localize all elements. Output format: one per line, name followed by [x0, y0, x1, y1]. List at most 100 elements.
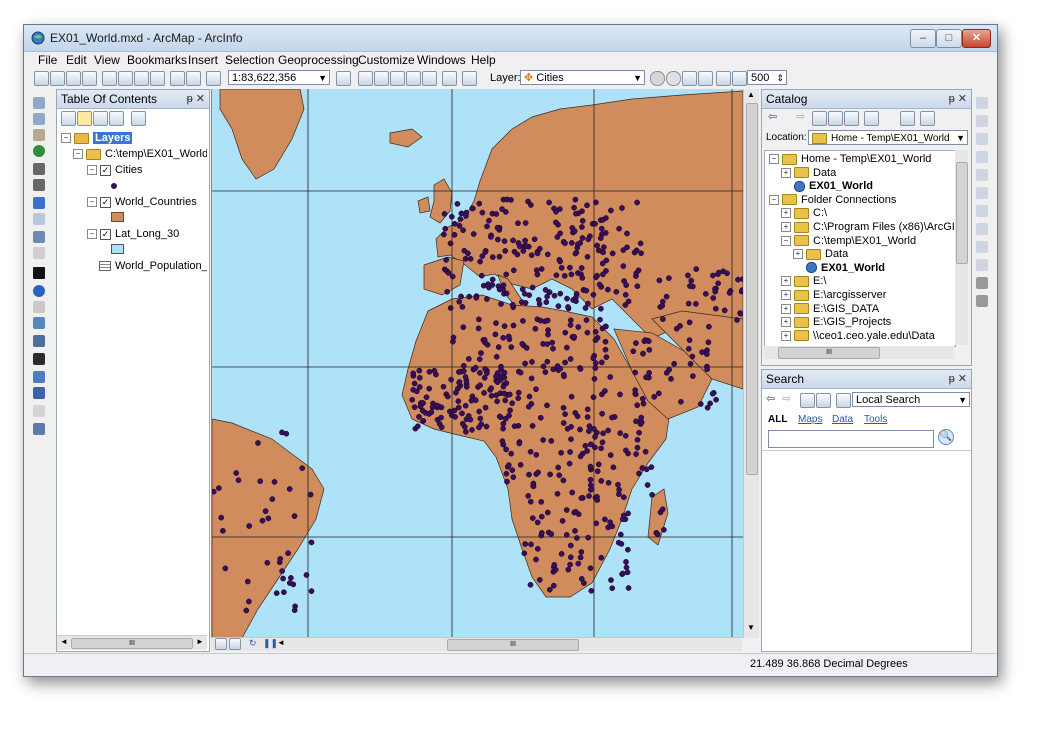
- map-vscroll-thumb[interactable]: [746, 103, 758, 475]
- tab-tools[interactable]: Tools: [864, 414, 887, 425]
- dock-tool-8-icon[interactable]: [976, 223, 988, 235]
- dock-tool-2-icon[interactable]: [976, 115, 988, 127]
- full-extent-icon[interactable]: [33, 145, 45, 157]
- undo-icon[interactable]: [170, 71, 185, 86]
- forward-icon[interactable]: ⇨: [796, 110, 805, 123]
- clear-selection-icon[interactable]: [33, 247, 45, 259]
- catalog-item[interactable]: + Data: [793, 248, 848, 260]
- dock-tool-6-icon[interactable]: [976, 187, 988, 199]
- lat-long-checkbox[interactable]: ✓: [100, 228, 111, 240]
- cut-icon[interactable]: [102, 71, 117, 86]
- zoom-in-icon[interactable]: [33, 97, 45, 109]
- expand-icon[interactable]: +: [781, 303, 791, 314]
- arctoolbox-icon[interactable]: [406, 71, 421, 86]
- cities-checkbox[interactable]: ✓: [100, 164, 111, 176]
- toc-scroll-thumb[interactable]: III: [71, 638, 193, 649]
- close-button[interactable]: ✕: [962, 29, 991, 48]
- list-by-visibility-icon[interactable]: [93, 111, 108, 126]
- views-icon[interactable]: [864, 111, 879, 126]
- catalog-item[interactable]: EX01_World: [781, 180, 873, 192]
- table-icon[interactable]: [358, 71, 373, 86]
- catalog-item[interactable]: + C:\: [781, 207, 827, 219]
- catalog-item[interactable]: EX01_World: [793, 262, 885, 274]
- pause-icon[interactable]: ❚❚: [263, 638, 278, 649]
- html-popup-icon[interactable]: [33, 317, 45, 329]
- collapse-icon[interactable]: −: [769, 154, 779, 165]
- toc-pin-close[interactable]: ᵽ ✕: [187, 92, 205, 105]
- catalog-options-icon[interactable]: [920, 111, 935, 126]
- search-options-icon[interactable]: [836, 393, 851, 408]
- select-elements-icon[interactable]: [33, 267, 45, 279]
- model-builder-icon[interactable]: [442, 71, 457, 86]
- refresh-icon[interactable]: ↻: [249, 638, 257, 649]
- zoom-out-icon[interactable]: [33, 113, 45, 125]
- map-view[interactable]: [211, 89, 743, 638]
- scroll-left-icon[interactable]: ◄: [277, 638, 285, 647]
- fixed-zoom-in-icon[interactable]: [33, 163, 45, 175]
- menu-view[interactable]: View: [94, 53, 120, 67]
- search-input[interactable]: [768, 430, 934, 448]
- print-icon[interactable]: [82, 71, 97, 86]
- catalog-window-icon[interactable]: [374, 71, 389, 86]
- cities-symbol[interactable]: [111, 180, 117, 192]
- open-icon[interactable]: [50, 71, 65, 86]
- save-icon[interactable]: [66, 71, 81, 86]
- catalog-item[interactable]: − Home - Temp\EX01_World: [769, 153, 931, 165]
- back-icon[interactable]: ⇦: [766, 392, 775, 405]
- catalog-item[interactable]: + E:\GIS_DATA: [781, 303, 879, 315]
- menu-windows[interactable]: Windows: [417, 53, 466, 67]
- search-window-icon[interactable]: [390, 71, 405, 86]
- location-combo[interactable]: Home - Temp\EX01_World ▼: [808, 130, 968, 145]
- toc-layer-cities[interactable]: − ✓ Cities: [87, 164, 143, 176]
- home-icon[interactable]: [800, 393, 815, 408]
- list-by-source-icon[interactable]: [77, 111, 92, 126]
- search-scope-combo[interactable]: Local Search ▼: [852, 392, 970, 407]
- forward-arrow-icon[interactable]: [33, 213, 45, 225]
- expand-icon[interactable]: +: [781, 222, 791, 233]
- list-by-selection-icon[interactable]: [109, 111, 124, 126]
- collapse-icon[interactable]: −: [781, 235, 791, 246]
- tab-data[interactable]: Data: [832, 414, 853, 425]
- paste-icon[interactable]: [134, 71, 149, 86]
- dock-tool-11-icon[interactable]: [976, 277, 988, 289]
- refresh-icon[interactable]: [816, 393, 831, 408]
- georef-icon[interactable]: [716, 71, 731, 86]
- dock-tool-10-icon[interactable]: [976, 259, 988, 271]
- find-route-icon[interactable]: [33, 371, 45, 383]
- pan-icon[interactable]: [33, 129, 45, 141]
- expand-icon[interactable]: +: [793, 249, 803, 260]
- new-document-icon[interactable]: [34, 71, 49, 86]
- toc-layer-world-countries[interactable]: − ✓ World_Countries: [87, 196, 197, 208]
- find-binoculars-icon[interactable]: [33, 353, 45, 365]
- map-vertical-scrollbar[interactable]: ▲ ▼: [743, 89, 759, 638]
- world-countries-symbol[interactable]: [111, 212, 124, 225]
- expand-icon[interactable]: +: [781, 330, 791, 341]
- catalog-item[interactable]: + E:\: [781, 275, 826, 287]
- catalog-item[interactable]: + E:\GIS_Projects: [781, 316, 891, 328]
- menu-file[interactable]: File: [38, 53, 57, 67]
- add-data-icon[interactable]: [206, 71, 221, 86]
- back-arrow-icon[interactable]: [33, 197, 45, 209]
- minimize-button[interactable]: –: [910, 29, 936, 48]
- scroll-right-icon[interactable]: ►: [196, 637, 204, 646]
- map-scale-combo[interactable]: 1:83,622,356 ▼: [228, 70, 330, 85]
- search-pin-close[interactable]: ᵽ ✕: [949, 372, 967, 385]
- dock-tool-7-icon[interactable]: [976, 205, 988, 217]
- dock-tool-3-icon[interactable]: [976, 133, 988, 145]
- layer-combo[interactable]: ✥ Cities ▼: [520, 70, 645, 85]
- collapse-icon[interactable]: −: [87, 229, 97, 240]
- map-hscroll-thumb[interactable]: III: [447, 639, 579, 651]
- expand-icon[interactable]: +: [781, 276, 791, 287]
- dock-tool-9-icon[interactable]: [976, 241, 988, 253]
- hyperlink-icon[interactable]: [33, 301, 45, 313]
- dock-tool-1-icon[interactable]: [976, 97, 988, 109]
- editor-icon[interactable]: [336, 71, 351, 86]
- catalog-item[interactable]: − Folder Connections: [769, 194, 896, 206]
- menu-selection[interactable]: Selection: [225, 53, 274, 67]
- back-icon[interactable]: ⇦: [768, 110, 777, 123]
- scroll-down-icon[interactable]: ▼: [747, 623, 755, 632]
- menu-insert[interactable]: Insert: [188, 53, 218, 67]
- map-horizontal-scrollbar[interactable]: III: [287, 637, 742, 651]
- collapse-icon[interactable]: −: [87, 197, 97, 208]
- tab-maps[interactable]: Maps: [798, 414, 822, 425]
